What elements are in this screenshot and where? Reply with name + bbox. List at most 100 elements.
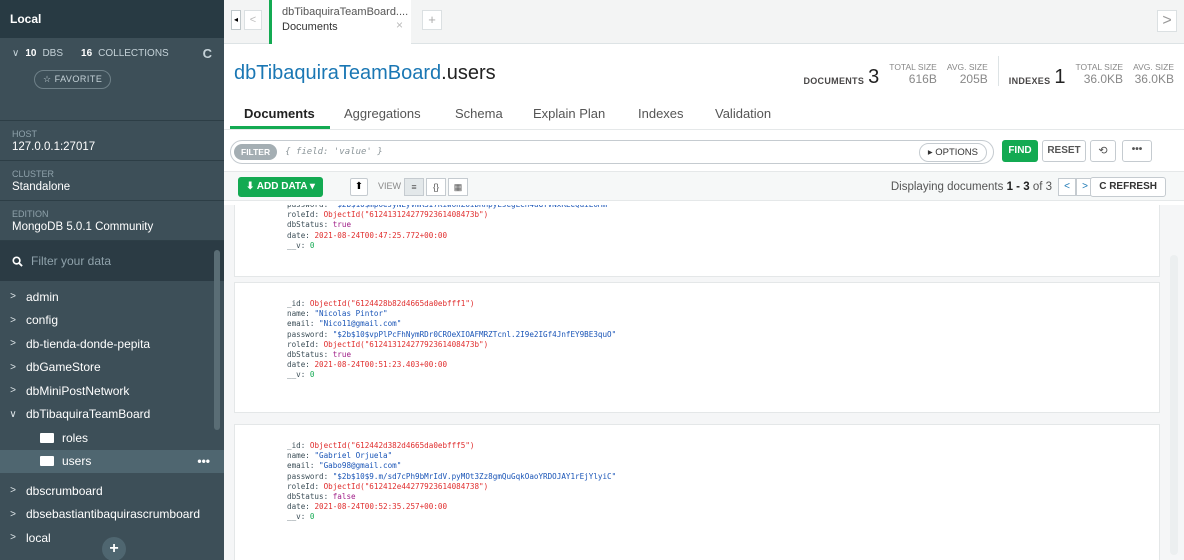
- json-view-icon[interactable]: {}: [426, 178, 446, 196]
- document-field: _id: ObjectId("612442d382d4665da0ebfff5"…: [287, 441, 475, 450]
- sidebar-item-admin[interactable]: > admin: [0, 285, 224, 309]
- prev-page-button[interactable]: <: [1058, 178, 1076, 196]
- tab-aggregations[interactable]: Aggregations: [344, 106, 421, 121]
- options-button[interactable]: ▸ OPTIONS: [918, 143, 987, 162]
- sidebar-scrollbar[interactable]: [214, 250, 220, 430]
- chevron-right-icon: >: [10, 532, 16, 544]
- add-data-button[interactable]: ⬇ ADD DATA ▾: [238, 177, 323, 197]
- document-field: name: "Gabriel Orjuela": [287, 451, 393, 461]
- sidebar-item-dbgamestore[interactable]: > dbGameStore: [0, 356, 224, 380]
- filter-label: FILTER: [234, 144, 278, 160]
- collection-tabs: Documents Aggregations Schema Explain Pl…: [224, 94, 1184, 130]
- query-bar: FILTER { field: 'value' } ▸ OPTIONS FIND…: [224, 135, 1184, 171]
- host-label: HOST: [12, 128, 38, 139]
- field-value: true: [332, 350, 352, 360]
- sidebar-item-dbminipostnetwork[interactable]: > dbMiniPostNetwork: [0, 379, 224, 403]
- field-value: "Nicolas Pintor": [314, 309, 388, 319]
- field-key: roleId: [287, 339, 315, 349]
- sidebar-item-dbtibaquirateamboard[interactable]: ∨ dbTibaquiraTeamBoard: [0, 403, 224, 427]
- tab-schema[interactable]: Schema: [455, 106, 503, 121]
- refresh-icon[interactable]: C: [203, 46, 212, 61]
- more-options-button[interactable]: •••: [1122, 140, 1152, 162]
- sidebar-item-db-tienda[interactable]: > db-tienda-donde-pepita: [0, 332, 224, 356]
- tab-documents-view[interactable]: Documents: [244, 106, 315, 121]
- table-view-icon[interactable]: ▦: [448, 178, 468, 196]
- field-value: 2021-08-24T00:47:25.772+00:00: [314, 230, 448, 240]
- document-field: name: "Nicolas Pintor": [287, 309, 388, 319]
- collection-stats: DOCUMENTS 3 TOTAL SIZE 616B AVG. SIZE 205B …: [803, 56, 1174, 88]
- field-value: "Gabriel Orjuela": [314, 451, 393, 461]
- collapse-chevron-icon[interactable]: ∨: [12, 48, 19, 59]
- document-field: email: "Nico11@gmail.com": [287, 319, 402, 329]
- list-view-icon[interactable]: ≡: [404, 178, 424, 196]
- field-value: "Gabo98@gmail.com": [319, 461, 402, 471]
- history-icon[interactable]: ⟲: [1090, 140, 1116, 162]
- document-field: email: "Gabo98@gmail.com": [287, 461, 402, 471]
- documents-stat: DOCUMENTS 3: [803, 66, 880, 88]
- field-key: dbStatus: [287, 492, 324, 502]
- field-key: date: [287, 230, 306, 240]
- filter-placeholder: { field: 'value' }: [285, 147, 383, 157]
- document-field: date: 2021-08-24T00:47:25.772+00:00: [287, 230, 448, 240]
- export-icon[interactable]: ⬆: [350, 178, 368, 196]
- document-card[interactable]: _id: ObjectId("6124428b82d4665da0ebfff1"…: [234, 282, 1160, 413]
- document-field: __v: 0: [287, 370, 315, 380]
- tab-scroll-left[interactable]: ◂: [231, 10, 241, 30]
- reset-button[interactable]: RESET: [1042, 140, 1086, 162]
- namespace-title: dbTibaquiraTeamBoard.users: [234, 62, 496, 85]
- dbs-label: DBS: [42, 48, 64, 59]
- field-value: "$2b$10$vpPlPcFhNymRDr0CROeXIOAFMRZTcnl.…: [332, 329, 617, 339]
- favorite-button[interactable]: ☆ FAVORITE: [34, 70, 112, 89]
- tab-validation[interactable]: Validation: [715, 106, 771, 121]
- collection-item-roles[interactable]: roles: [0, 426, 224, 450]
- folder-icon: [40, 432, 54, 443]
- chevron-right-icon: >: [10, 291, 16, 303]
- field-key: email: [287, 461, 310, 471]
- add-database-button[interactable]: +: [102, 537, 126, 560]
- main-panel: ◂ < dbTibaquiraTeamBoard.... Documents ×…: [224, 0, 1184, 560]
- edition-label: EDITION: [12, 208, 49, 219]
- sidebar-item-dbscrumboard[interactable]: > dbscrumboard: [0, 479, 224, 503]
- sidebar-item-config[interactable]: > config: [0, 309, 224, 333]
- tab-title: dbTibaquiraTeamBoard....: [282, 6, 409, 18]
- search-icon: [12, 255, 23, 267]
- more-options-icon[interactable]: •••: [197, 454, 210, 468]
- document-field: __v: 0: [287, 512, 315, 522]
- field-key: email: [287, 319, 310, 329]
- active-tab-indicator: [230, 126, 330, 129]
- sidebar-filter[interactable]: Filter your data: [0, 241, 224, 281]
- tab-forward-button[interactable]: >: [1157, 10, 1177, 32]
- edition-info: EDITION MongoDB 5.0.1 Community: [0, 201, 224, 241]
- field-value: "$2b$10$9.m/sd7cPh9bMrIdV.pyMOt3Zz8gmQuG…: [332, 471, 617, 481]
- documents-toolbar: ⬇ ADD DATA ▾ ⬆ VIEW ≡ {} ▦ Displaying do…: [224, 171, 1184, 201]
- folder-icon: [40, 456, 54, 467]
- document-card[interactable]: password: "$2b$10$mpOeJyNLyVmRSI7KiwonZO…: [234, 205, 1160, 277]
- chevron-right-icon: >: [10, 485, 16, 497]
- find-button[interactable]: FIND: [1002, 140, 1038, 162]
- view-label: VIEW: [378, 181, 402, 191]
- index-total-size-stat: TOTAL SIZE 36.0KB: [1075, 62, 1124, 86]
- tab-explain-plan[interactable]: Explain Plan: [533, 106, 605, 121]
- documents-scrollbar[interactable]: [1170, 255, 1178, 555]
- field-key: __v: [287, 370, 301, 380]
- sidebar-filter-input[interactable]: Filter your data: [31, 254, 111, 268]
- document-field: roleId: ObjectId("6124131242779236140847…: [287, 339, 489, 349]
- document-card[interactable]: _id: ObjectId("612442d382d4665da0ebfff5"…: [234, 424, 1160, 560]
- tab-indexes[interactable]: Indexes: [638, 106, 684, 121]
- database-link[interactable]: dbTibaquiraTeamBoard: [234, 62, 441, 84]
- close-icon[interactable]: ×: [396, 18, 403, 32]
- filter-input[interactable]: FILTER { field: 'value' } ▸ OPTIONS: [230, 140, 994, 164]
- document-field: roleId: ObjectId("612412e442779236140847…: [287, 481, 489, 491]
- add-tab-button[interactable]: +: [422, 10, 442, 30]
- tab-documents[interactable]: dbTibaquiraTeamBoard.... Documents ×: [269, 0, 411, 44]
- tab-back-button[interactable]: <: [244, 10, 262, 30]
- avg-size-stat: AVG. SIZE 205B: [946, 62, 988, 86]
- total-size-stat: TOTAL SIZE 616B: [889, 62, 937, 86]
- field-value: 2021-08-24T00:52:35.257+00:00: [314, 502, 448, 512]
- sidebar-item-dbsebastian[interactable]: > dbsebastiantibaquirascrumboard: [0, 503, 224, 527]
- field-value: 0: [309, 512, 315, 522]
- collection-item-users[interactable]: users •••: [0, 449, 224, 473]
- chevron-right-icon: >: [10, 314, 16, 326]
- cluster-info: CLUSTER Standalone: [0, 161, 224, 201]
- refresh-button[interactable]: C REFRESH: [1090, 177, 1166, 197]
